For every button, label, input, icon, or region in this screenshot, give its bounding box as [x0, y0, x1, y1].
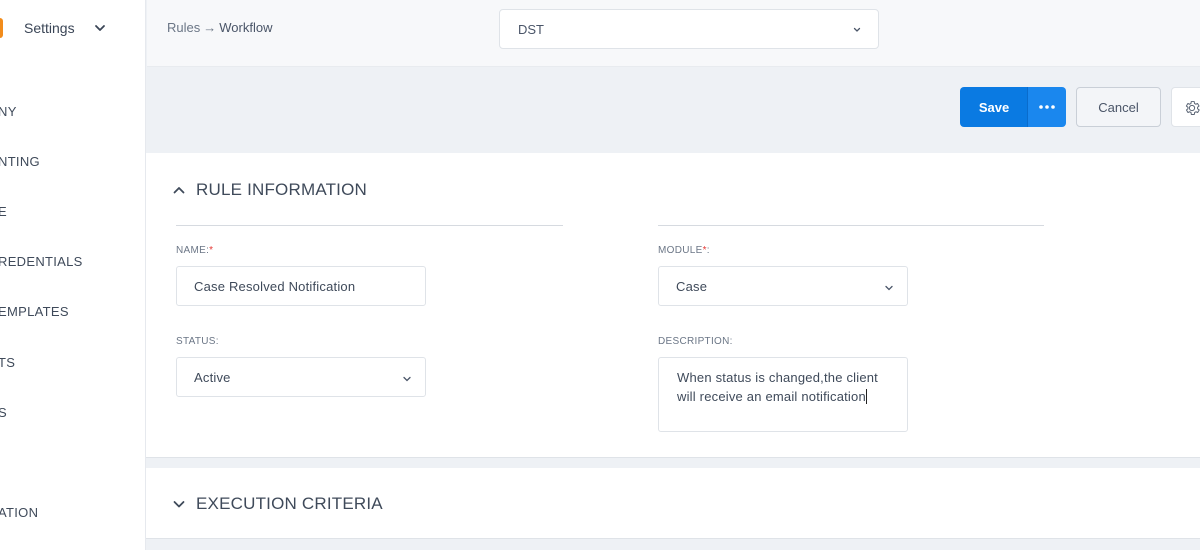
name-label: NAME:*	[176, 245, 213, 256]
module-select[interactable]: Case	[658, 266, 908, 306]
chevron-down-icon[interactable]	[93, 21, 107, 35]
status-select-value: Active	[194, 370, 231, 385]
chevron-down-icon	[403, 376, 411, 382]
brand-logo	[0, 18, 3, 38]
settings-button[interactable]	[1171, 87, 1200, 127]
section-title: EXECUTION CRITERIA	[196, 494, 383, 513]
chevron-down-icon	[853, 27, 861, 32]
top-bar: Rules → Workflow DST	[147, 0, 1200, 67]
sidebar-item-label: S	[0, 405, 7, 420]
sidebar-item-s[interactable]: S	[0, 398, 146, 428]
sidebar-item-label: REDENTIALS	[0, 254, 83, 269]
status-label: STATUS:	[176, 336, 219, 347]
sidebar-item-label: NY	[0, 104, 17, 119]
name-label-text: NAME:	[176, 245, 210, 256]
sidebar-item-credentials[interactable]: REDENTIALS	[0, 247, 146, 277]
company-select-value: DST	[518, 22, 544, 37]
execution-criteria-panel: EXECUTION CRITERIA	[146, 468, 1200, 539]
sidebar-item-accounting[interactable]: NTING	[0, 147, 146, 177]
chevron-down-icon	[173, 501, 185, 508]
section-title: RULE INFORMATION	[196, 180, 368, 199]
sidebar-item-ation[interactable]: ATION	[0, 498, 146, 528]
rule-information-panel: RULE INFORMATION NAME:* Case Resolved No…	[146, 153, 1200, 458]
chevron-down-icon	[885, 285, 893, 291]
arrow-right-icon: →	[203, 20, 217, 35]
sidebar-item-company[interactable]: NY	[0, 97, 146, 127]
sidebar-item-label: TS	[0, 355, 16, 370]
divider	[176, 225, 563, 226]
sidebar-item-e[interactable]: E	[0, 197, 146, 227]
sidebar-item-label: NTING	[0, 154, 40, 169]
save-button[interactable]: Save	[960, 87, 1028, 127]
settings-label: Settings	[24, 20, 75, 36]
module-label: MODULE*:	[658, 245, 710, 256]
gear-icon	[1185, 101, 1200, 115]
company-select[interactable]: DST	[499, 9, 879, 49]
module-label-text: MODULE	[658, 245, 703, 256]
sidebar-item-label: E	[0, 204, 7, 219]
cancel-button[interactable]: Cancel	[1076, 87, 1161, 127]
name-input-value: Case Resolved Notification	[194, 279, 356, 294]
breadcrumb: Rules → Workflow	[167, 20, 272, 35]
name-input[interactable]: Case Resolved Notification	[176, 266, 426, 306]
sidebar-item-label: ATION	[0, 505, 39, 520]
required-marker: *	[209, 245, 214, 256]
sidebar-item-ts[interactable]: TS	[0, 348, 146, 378]
rule-information-header[interactable]: RULE INFORMATION	[172, 180, 367, 200]
description-label: DESCRIPTION:	[658, 336, 733, 347]
execution-criteria-header[interactable]: EXECUTION CRITERIA	[172, 494, 383, 514]
module-label-colon: :	[706, 245, 710, 256]
more-horizontal-icon	[1039, 105, 1055, 109]
breadcrumb-parent[interactable]: Rules	[167, 20, 200, 35]
text-cursor	[865, 389, 867, 404]
description-textarea[interactable]: When status is changed,the client will r…	[658, 357, 908, 432]
description-text: When status is changed,the client will r…	[677, 370, 878, 404]
sidebar-item-label: EMPLATES	[0, 304, 69, 319]
sidebar-item-templates[interactable]: EMPLATES	[0, 297, 146, 327]
divider	[658, 225, 1044, 226]
status-select[interactable]: Active	[176, 357, 426, 397]
sidebar-header[interactable]: Settings	[0, 0, 146, 58]
module-select-value: Case	[676, 279, 708, 294]
chevron-up-icon	[173, 187, 185, 194]
breadcrumb-current: Workflow	[219, 20, 273, 35]
more-options-button[interactable]	[1027, 87, 1066, 127]
sidebar: Settings NY NTING E REDENTIALS EMPLATES …	[0, 0, 146, 550]
